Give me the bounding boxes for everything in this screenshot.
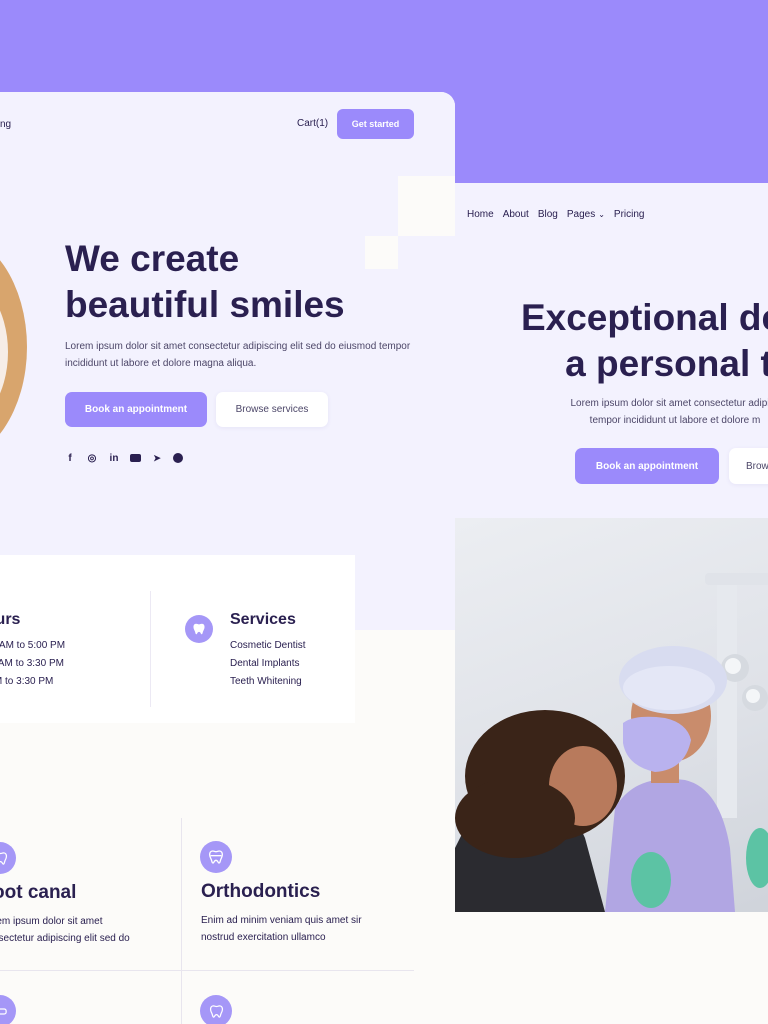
hero-title: We create beautiful smiles [65,238,345,325]
cart-link[interactable]: Cart(1) [297,118,328,129]
youtube-icon[interactable] [130,454,141,462]
tooth-icon [0,842,16,874]
dental-icon [0,995,16,1024]
service-link[interactable]: Dental Implants [230,655,306,673]
portrait-face [0,272,8,432]
get-started-button[interactable]: Get started [337,109,414,139]
hero-title: Exceptional dent a personal t [520,297,768,384]
facebook-icon[interactable]: f [64,452,76,464]
nav-about[interactable]: About [503,209,529,220]
linkedin-icon[interactable]: in [108,452,120,464]
hours-line: : 9:00 AM to 3:30 PM [0,676,54,687]
hero-section: ng Cart(1) Get started We create beautif… [0,92,455,630]
landing-page-preview-right: Home About Blog Pages ⌄ Pricing Exception… [455,183,768,1024]
hours-line: ay: 9:00 AM to 3:30 PM [0,658,64,669]
dentist-photo [455,518,768,912]
grid-divider-horizontal [0,970,414,971]
telegram-icon[interactable]: ➤ [151,452,163,464]
opening-hours-list: Fri: 8:00 AM to 5:00 PM ay: 9:00 AM to 3… [0,637,65,691]
social-links: f ◎ in ➤ [64,452,183,464]
instagram-icon[interactable]: ◎ [86,452,98,464]
whatsapp-icon[interactable] [173,453,183,463]
book-appointment-button[interactable]: Book an appointment [65,392,207,427]
hours-line: Fri: 8:00 AM to 5:00 PM [0,640,66,651]
hero-portrait-image [0,232,27,462]
nav-pages[interactable]: Pages ⌄ [567,209,605,220]
tooth-icon [200,995,232,1024]
hero-section: Home About Blog Pages ⌄ Pricing Exception… [455,183,768,518]
book-appointment-button[interactable]: Book an appointment [575,448,719,484]
decorative-block [398,176,455,236]
divider [150,591,151,707]
main-nav: Home About Blog Pages ⌄ Pricing [467,209,644,220]
info-strip: n Hours Fri: 8:00 AM to 5:00 PM ay: 9:00… [0,555,355,723]
hero-description: Lorem ipsum dolor sit amet consectetur a… [65,341,411,369]
service-link[interactable]: Teeth Whitening [230,673,306,691]
landing-page-preview-left: ng Cart(1) Get started We create beautif… [0,92,455,1024]
feature-description: nsectetur adipiscing elit sed do [0,933,130,944]
feature-title: oot canal [0,882,77,903]
browse-services-button[interactable]: Brow [729,448,768,484]
nav-link-partial[interactable]: ng [0,119,11,130]
feature-description: Enim ad minim veniam quis amet sir [201,915,362,926]
hero-description: Lorem ipsum dolor sit amet consectetur a… [570,398,768,426]
services-title: Services [230,611,296,628]
nav-pricing[interactable]: Pricing [614,209,645,220]
feature-description: nostrud exercitation ullamco [201,932,326,943]
dentist-scene-illustration [455,573,768,912]
feature-title: Orthodontics [201,881,321,902]
browse-services-button[interactable]: Browse services [216,392,328,427]
decorative-block [365,236,398,269]
nav-pages-label: Pages [566,209,596,220]
nav-blog[interactable]: Blog [538,209,558,220]
nav-home[interactable]: Home [467,209,494,220]
services-list: Cosmetic Dentist Dental Implants Teeth W… [230,637,306,691]
feature-description: rem ipsum dolor sit amet [0,916,103,927]
chevron-down-icon: ⌄ [598,210,605,219]
opening-hours-title: n Hours [0,611,21,628]
braces-icon [200,841,232,873]
service-link[interactable]: Cosmetic Dentist [230,637,306,655]
grid-divider-vertical [181,818,182,1024]
tooth-icon [185,615,213,643]
